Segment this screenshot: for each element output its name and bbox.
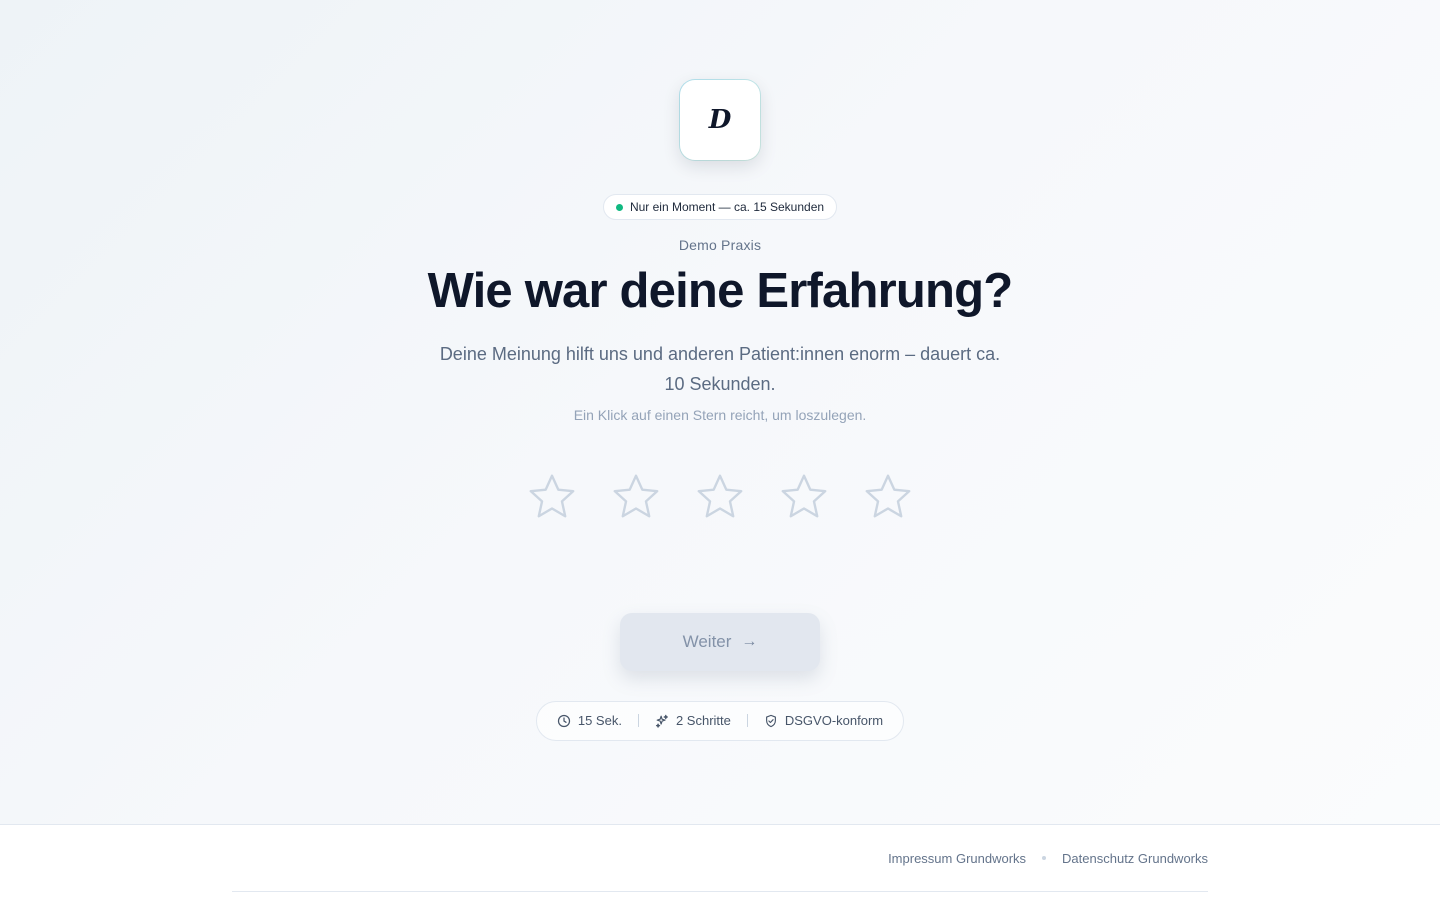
continue-button[interactable]: Weiter →: [620, 612, 820, 671]
page-title: Wie war deine Erfahrung?: [427, 264, 1014, 318]
badge-duration: 15 Sek.: [557, 713, 622, 728]
badge-steps-label: 2 Schritte: [675, 713, 731, 729]
impressum-link[interactable]: Impressum Grundworks: [888, 851, 1026, 866]
badge-gdpr: DSGVO-konform: [764, 713, 883, 728]
page-subtitle: Deine Meinung hilft uns und anderen Pati…: [439, 343, 1001, 394]
continue-label: Weiter: [682, 631, 732, 651]
footer-links: Impressum Grundworks Datenschutz Grundwo…: [232, 825, 1208, 892]
badge-duration-label: 15 Sek.: [577, 713, 622, 729]
time-estimate-pill: Nur ein Moment — ca. 15 Sekunden: [602, 194, 838, 220]
star-4-button[interactable]: [778, 471, 830, 523]
star-icon: [781, 474, 827, 518]
star-icon: [613, 474, 659, 518]
logo-letter: D: [680, 80, 760, 160]
sparkles-icon: [655, 714, 669, 728]
info-badges: 15 Sek. 2 Schritte DSGVO-konform: [535, 700, 905, 741]
datenschutz-link[interactable]: Datenschutz Grundworks: [1062, 851, 1208, 866]
practice-name: Demo Praxis: [678, 237, 762, 253]
star-icon: [697, 474, 743, 518]
clock-icon: [557, 714, 571, 728]
footer-separator-dot: [1042, 856, 1047, 860]
shield-check-icon: [764, 714, 778, 728]
star-2-button[interactable]: [610, 471, 662, 523]
status-dot-icon: [615, 203, 623, 211]
page-footer: Impressum Grundworks Datenschutz Grundwo…: [0, 824, 1440, 900]
star-5-button[interactable]: [862, 471, 914, 523]
review-main: D Nur ein Moment — ca. 15 Sekunden Demo …: [0, 0, 1440, 824]
pill-label: Nur ein Moment — ca. 15 Sekunden: [629, 200, 825, 214]
rating-hint: Ein Klick auf einen Stern reicht, um los…: [573, 406, 867, 423]
star-icon: [865, 474, 911, 518]
practice-logo: D: [679, 79, 761, 161]
star-1-button[interactable]: [526, 471, 578, 523]
badge-divider: [746, 714, 748, 728]
arrow-right-icon: →: [741, 632, 758, 650]
badge-gdpr-label: DSGVO-konform: [784, 713, 884, 729]
star-icon: [529, 474, 575, 518]
badge-divider: [637, 714, 639, 728]
badge-steps: 2 Schritte: [655, 713, 731, 728]
star-rating: [526, 471, 914, 523]
star-3-button[interactable]: [694, 471, 746, 523]
